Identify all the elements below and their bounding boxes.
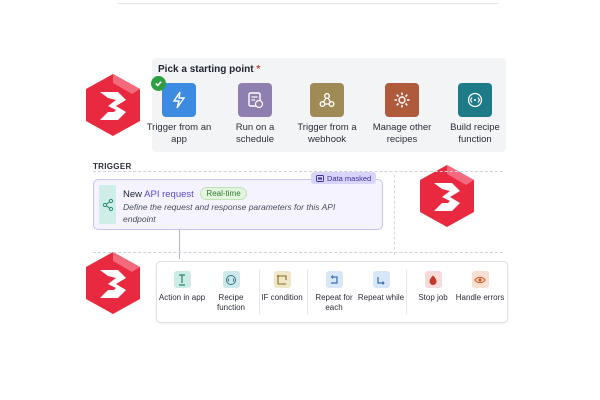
dashed-guide: [394, 175, 395, 255]
action-toolbar: Action in app Recipe function IF conditi…: [156, 261, 508, 323]
trigger-title: New API request Real-time: [123, 187, 247, 200]
api-icon: [99, 185, 116, 224]
starting-point-panel: Pick a starting point * Trigger from an …: [147, 58, 506, 152]
action-label: Stop job: [418, 293, 448, 302]
dashed-divider: [93, 171, 503, 172]
repeat-for-each-button[interactable]: Repeat for each: [309, 271, 359, 313]
option-label: Run on a schedule: [235, 122, 275, 145]
stop-icon: [424, 271, 442, 288]
webhook-icon: [310, 83, 344, 117]
recipe-function-button[interactable]: Recipe function: [206, 271, 256, 313]
option-trigger-from-app[interactable]: Trigger from an app: [144, 76, 214, 146]
action-label: Repeat for each: [315, 293, 353, 312]
repeat-while-button[interactable]: Repeat while: [356, 271, 406, 303]
realtime-badge: Real-time: [200, 187, 247, 200]
recipe-function-icon: [222, 271, 240, 288]
brand-logo: [86, 74, 140, 136]
handle-errors-button[interactable]: Handle errors: [455, 271, 505, 303]
api-request-link[interactable]: API request: [144, 189, 194, 200]
mask-icon: [316, 174, 324, 182]
option-build-recipe-function[interactable]: Build recipe function: [440, 83, 510, 146]
brand-logo: [420, 165, 474, 227]
repeat-each-icon: [325, 271, 343, 288]
trigger-description: Define the request and response paramete…: [123, 202, 336, 224]
connector-line: [179, 229, 180, 259]
schedule-icon: [238, 83, 272, 117]
option-label: Trigger from a webhook: [297, 122, 357, 145]
gear-icon: [385, 83, 419, 117]
check-icon: [151, 76, 166, 91]
trigger-section-label: TRIGGER: [93, 162, 132, 171]
action-label: Repeat while: [357, 293, 405, 302]
action-icon: [173, 271, 191, 288]
option-trigger-from-webhook[interactable]: Trigger from a webhook: [292, 83, 362, 146]
data-masked-badge: Data masked: [311, 172, 377, 184]
repeat-while-icon: [372, 271, 390, 288]
dashed-divider: [93, 252, 503, 253]
option-label: Manage other recipes: [372, 122, 432, 145]
option-manage-other-recipes[interactable]: Manage other recipes: [367, 83, 437, 146]
trigger-card[interactable]: New API request Real-time Define the req…: [93, 179, 383, 230]
lightning-icon: [151, 76, 196, 117]
if-condition-button[interactable]: IF condition: [257, 271, 307, 303]
function-icon: [458, 83, 492, 117]
stop-job-button[interactable]: Stop job: [408, 271, 458, 303]
toolbar-separator: [307, 270, 308, 314]
action-label: Handle errors: [455, 293, 505, 302]
top-divider: [118, 0, 498, 4]
brand-logo: [86, 252, 140, 314]
action-label: Recipe function: [216, 293, 246, 312]
action-label: IF condition: [261, 293, 303, 302]
option-label: Trigger from an app: [146, 122, 212, 145]
option-run-on-schedule[interactable]: Run on a schedule: [220, 83, 290, 146]
eye-icon: [471, 271, 489, 288]
toolbar-separator: [406, 270, 407, 314]
required-mark: *: [256, 64, 261, 75]
if-condition-icon: [273, 271, 291, 288]
starting-point-title: Pick a starting point *: [158, 64, 261, 75]
action-in-app-button[interactable]: Action in app: [157, 271, 207, 303]
action-label: Action in app: [158, 293, 206, 302]
option-label: Build recipe function: [450, 122, 500, 145]
